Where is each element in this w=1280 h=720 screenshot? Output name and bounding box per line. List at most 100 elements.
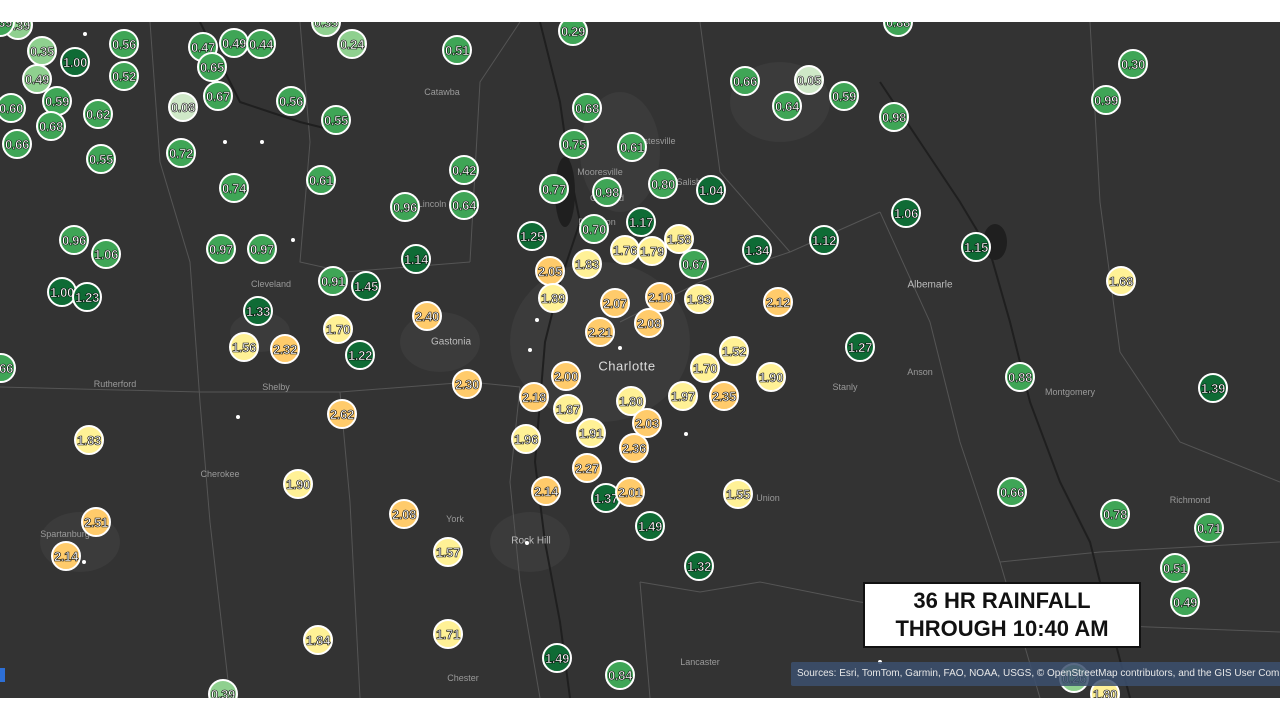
rainfall-gauge[interactable]: 0.96 bbox=[390, 192, 420, 222]
rainfall-gauge[interactable]: 2.35 bbox=[709, 381, 739, 411]
rainfall-gauge[interactable]: 0.68 bbox=[36, 111, 66, 141]
rainfall-gauge[interactable]: 1.56 bbox=[229, 332, 259, 362]
rainfall-gauge[interactable]: 1.70 bbox=[323, 314, 353, 344]
rainfall-gauge[interactable]: 0.55 bbox=[86, 144, 116, 174]
rainfall-gauge[interactable]: 1.83 bbox=[74, 425, 104, 455]
rainfall-gauge[interactable]: 1.68 bbox=[1106, 266, 1136, 296]
rainfall-gauge[interactable]: 2.40 bbox=[412, 301, 442, 331]
rainfall-gauge[interactable]: 0.71 bbox=[1194, 513, 1224, 543]
rainfall-gauge[interactable]: 1.55 bbox=[723, 479, 753, 509]
rainfall-gauge[interactable]: 1.52 bbox=[719, 336, 749, 366]
rainfall-gauge[interactable]: 1.04 bbox=[696, 175, 726, 205]
rainfall-gauge[interactable]: 0.55 bbox=[321, 105, 351, 135]
rainfall-gauge[interactable]: 1.27 bbox=[845, 332, 875, 362]
rainfall-gauge[interactable]: 1.14 bbox=[401, 244, 431, 274]
rainfall-gauge[interactable]: 1.25 bbox=[517, 221, 547, 251]
rainfall-gauge[interactable]: 0.99 bbox=[1091, 85, 1121, 115]
rainfall-gauge[interactable]: 0.67 bbox=[679, 249, 709, 279]
rainfall-gauge[interactable]: 2.32 bbox=[270, 334, 300, 364]
rainfall-gauge[interactable]: 1.71 bbox=[433, 619, 463, 649]
rainfall-gauge[interactable]: 1.76 bbox=[610, 235, 640, 265]
rainfall-gauge[interactable]: 0.96 bbox=[59, 225, 89, 255]
rainfall-gauge[interactable]: 0.80 bbox=[648, 169, 678, 199]
rainfall-gauge[interactable]: 0.72 bbox=[166, 138, 196, 168]
rainfall-gauge[interactable]: 2.01 bbox=[615, 477, 645, 507]
rainfall-gauge[interactable]: 1.91 bbox=[576, 418, 606, 448]
rainfall-gauge[interactable]: 2.05 bbox=[535, 256, 565, 286]
rainfall-gauge[interactable]: 2.12 bbox=[763, 287, 793, 317]
rainfall-gauge[interactable]: 0.52 bbox=[109, 61, 139, 91]
rainfall-gauge[interactable]: 0.08 bbox=[168, 92, 198, 122]
rainfall-gauge[interactable]: 0.78 bbox=[1100, 499, 1130, 529]
rainfall-gauge[interactable]: 2.36 bbox=[619, 433, 649, 463]
rainfall-gauge[interactable]: 1.00 bbox=[60, 47, 90, 77]
rainfall-gauge[interactable]: 1.17 bbox=[626, 207, 656, 237]
rainfall-gauge[interactable]: 1.22 bbox=[345, 340, 375, 370]
rainfall-gauge[interactable]: 0.05 bbox=[794, 65, 824, 95]
rainfall-gauge[interactable]: 1.12 bbox=[809, 225, 839, 255]
rainfall-gauge[interactable]: 1.23 bbox=[72, 282, 102, 312]
rainfall-gauge[interactable]: 0.62 bbox=[83, 99, 113, 129]
rainfall-gauge[interactable]: 1.45 bbox=[351, 271, 381, 301]
rainfall-gauge[interactable]: 1.97 bbox=[668, 381, 698, 411]
rainfall-gauge[interactable]: 1.79 bbox=[637, 236, 667, 266]
rainfall-gauge[interactable]: 1.06 bbox=[91, 239, 121, 269]
rainfall-gauge[interactable]: 1.49 bbox=[542, 643, 572, 673]
rainfall-gauge[interactable]: 2.07 bbox=[600, 288, 630, 318]
rainfall-gauge[interactable]: 0.35 bbox=[27, 36, 57, 66]
rainfall-gauge[interactable]: 0.61 bbox=[306, 165, 336, 195]
rainfall-gauge[interactable]: 1.90 bbox=[283, 469, 313, 499]
rainfall-gauge[interactable]: 1.90 bbox=[756, 362, 786, 392]
rainfall-gauge[interactable]: 2.51 bbox=[81, 507, 111, 537]
rainfall-gauge[interactable]: 2.30 bbox=[452, 369, 482, 399]
rainfall-gauge[interactable]: 0.98 bbox=[592, 177, 622, 207]
rainfall-gauge[interactable]: 2.27 bbox=[572, 453, 602, 483]
rainfall-gauge[interactable]: 0.66 bbox=[997, 477, 1027, 507]
rainfall-gauge[interactable]: 1.33 bbox=[243, 296, 273, 326]
rainfall-gauge[interactable]: 0.42 bbox=[449, 155, 479, 185]
rainfall-gauge[interactable]: 0.49 bbox=[1170, 587, 1200, 617]
rainfall-gauge[interactable]: 0.70 bbox=[579, 214, 609, 244]
rainfall-gauge[interactable]: 0.75 bbox=[559, 129, 589, 159]
rainfall-gauge[interactable]: 1.34 bbox=[742, 235, 772, 265]
map-control-edge[interactable] bbox=[0, 668, 5, 682]
rainfall-gauge[interactable]: 0.51 bbox=[442, 35, 472, 65]
rainfall-gauge[interactable]: 0.65 bbox=[197, 52, 227, 82]
rainfall-gauge[interactable]: 0.66 bbox=[730, 66, 760, 96]
rainfall-gauge[interactable]: 1.49 bbox=[635, 511, 665, 541]
rainfall-gauge[interactable]: 2.14 bbox=[531, 476, 561, 506]
rainfall-gauge[interactable]: 1.70 bbox=[690, 353, 720, 383]
rainfall-gauge[interactable]: 1.87 bbox=[553, 394, 583, 424]
rainfall-gauge[interactable]: 0.98 bbox=[879, 102, 909, 132]
rainfall-gauge[interactable]: 0.91 bbox=[318, 266, 348, 296]
rainfall-gauge[interactable]: 2.08 bbox=[634, 308, 664, 338]
rainfall-gauge[interactable]: 0.51 bbox=[1160, 553, 1190, 583]
rainfall-gauge[interactable]: 0.56 bbox=[276, 86, 306, 116]
rainfall-gauge[interactable]: 0.66 bbox=[2, 129, 32, 159]
rainfall-gauge[interactable]: 2.08 bbox=[389, 499, 419, 529]
rainfall-gauge[interactable]: 2.18 bbox=[519, 382, 549, 412]
rainfall-gauge[interactable]: 0.30 bbox=[1118, 49, 1148, 79]
rainfall-gauge[interactable]: 0.67 bbox=[203, 81, 233, 111]
rainfall-gauge[interactable]: 0.59 bbox=[829, 81, 859, 111]
rainfall-gauge[interactable]: 0.77 bbox=[539, 174, 569, 204]
rainfall-gauge[interactable]: 0.64 bbox=[772, 91, 802, 121]
rainfall-gauge[interactable]: 0.61 bbox=[617, 132, 647, 162]
rainfall-gauge[interactable]: 0.64 bbox=[449, 190, 479, 220]
rainfall-gauge[interactable]: 0.68 bbox=[572, 93, 602, 123]
rainfall-gauge[interactable]: 1.93 bbox=[684, 284, 714, 314]
rainfall-gauge[interactable]: 1.83 bbox=[572, 249, 602, 279]
rainfall-gauge[interactable]: 1.32 bbox=[684, 551, 714, 581]
rainfall-gauge[interactable]: 0.49 bbox=[219, 28, 249, 58]
rainfall-gauge[interactable]: 1.06 bbox=[891, 198, 921, 228]
rainfall-gauge[interactable]: 1.57 bbox=[433, 537, 463, 567]
rainfall-gauge[interactable]: 0.44 bbox=[246, 29, 276, 59]
rainfall-gauge[interactable]: 1.84 bbox=[303, 625, 333, 655]
rainfall-gauge[interactable]: 2.21 bbox=[585, 317, 615, 347]
rainfall-gauge[interactable]: 0.88 bbox=[1005, 362, 1035, 392]
rainfall-gauge[interactable]: 0.97 bbox=[247, 234, 277, 264]
rainfall-gauge[interactable]: 1.15 bbox=[961, 232, 991, 262]
rainfall-gauge[interactable]: 2.00 bbox=[551, 361, 581, 391]
rainfall-gauge[interactable]: 1.89 bbox=[538, 283, 568, 313]
rainfall-gauge[interactable]: 0.56 bbox=[109, 29, 139, 59]
